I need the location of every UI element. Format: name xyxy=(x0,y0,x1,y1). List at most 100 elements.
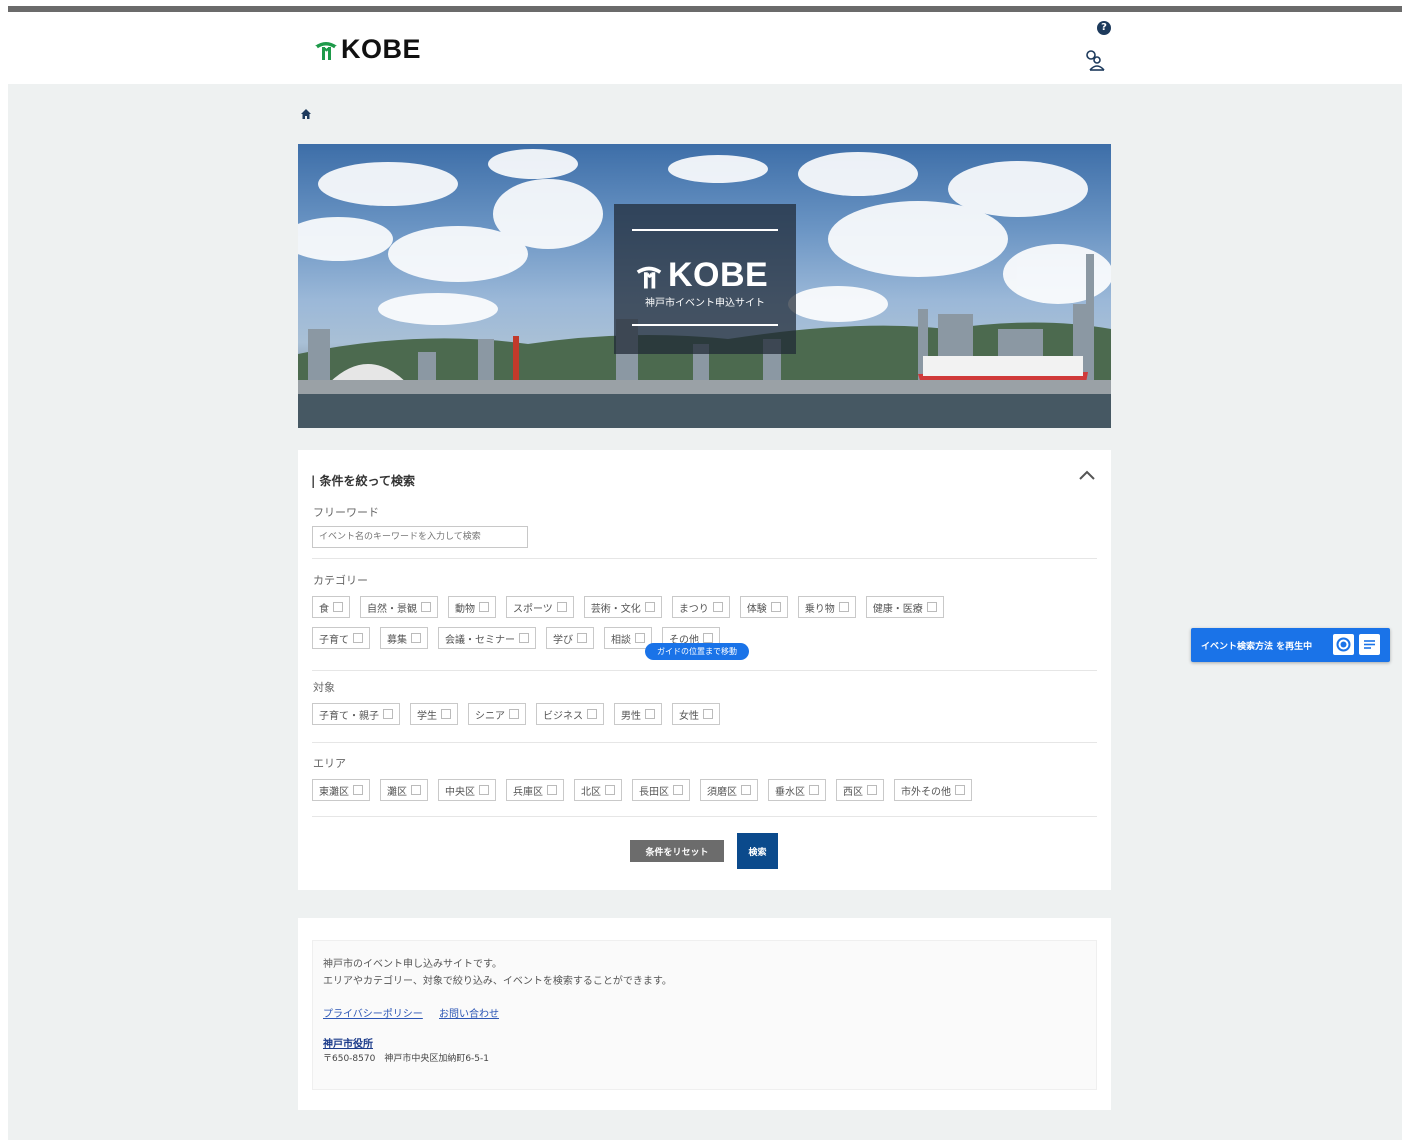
guide-position-pill[interactable]: ガイドの位置まで移動 xyxy=(645,643,749,660)
category-chip[interactable]: 体験 xyxy=(739,596,788,618)
help-icon[interactable]: ? xyxy=(1097,21,1111,35)
logo-text: KOBE xyxy=(341,34,422,64)
record-icon[interactable] xyxy=(1333,634,1354,655)
guide-playing-banner[interactable]: イベント検索方法 を再生中 xyxy=(1191,628,1390,662)
category-chip[interactable]: まつり xyxy=(671,596,730,618)
checkbox[interactable] xyxy=(353,785,363,795)
checkbox[interactable] xyxy=(353,633,363,643)
category-chip[interactable]: 学び xyxy=(546,627,594,649)
checkbox[interactable] xyxy=(479,785,489,795)
chip-label: 男性 xyxy=(621,710,641,722)
footer-description-1: 神戸市のイベント申し込みサイトです。 xyxy=(323,959,502,970)
category-chip[interactable]: 相談 xyxy=(604,627,652,649)
chip-label: 長田区 xyxy=(639,786,669,798)
checkbox[interactable] xyxy=(809,785,819,795)
checkbox[interactable] xyxy=(411,785,421,795)
checkbox[interactable] xyxy=(509,709,519,719)
checkbox[interactable] xyxy=(547,785,557,795)
checkbox[interactable] xyxy=(770,602,781,612)
area-chip[interactable]: 東灘区 xyxy=(312,779,370,801)
category-chip[interactable]: 会議・セミナー xyxy=(438,627,536,649)
search-title: | 条件を絞って検索 xyxy=(311,474,415,488)
target-chip[interactable]: 子育て・親子 xyxy=(312,703,400,725)
freeword-input[interactable] xyxy=(312,526,528,548)
kobe-logo[interactable]: KOBE xyxy=(313,34,421,65)
checkbox[interactable] xyxy=(519,633,529,643)
kobe-mark-icon xyxy=(315,41,337,60)
checkbox[interactable] xyxy=(556,602,567,612)
reset-button[interactable]: 条件をリセット xyxy=(630,840,724,862)
category-chip[interactable]: スポーツ xyxy=(506,596,574,618)
divider xyxy=(312,558,1097,559)
user-account-icon[interactable] xyxy=(1083,48,1107,72)
chip-label: 体験 xyxy=(746,603,767,615)
area-chip[interactable]: 須磨区 xyxy=(700,779,758,801)
chip-label: 女性 xyxy=(679,710,699,722)
area-chip[interactable]: 中央区 xyxy=(438,779,496,801)
freeword-label: フリーワード xyxy=(313,506,379,519)
hero-logo-box: KOBE 神戸市イベント申込サイト xyxy=(614,204,796,354)
checkbox[interactable] xyxy=(645,709,655,719)
chip-label: 兵庫区 xyxy=(513,786,543,798)
category-chip[interactable]: 動物 xyxy=(448,596,496,618)
area-chip[interactable]: 垂水区 xyxy=(768,779,826,801)
checkbox[interactable] xyxy=(703,709,713,719)
category-chip[interactable]: 食 xyxy=(312,596,350,618)
chip-label: 子育て・親子 xyxy=(319,710,379,722)
category-chip[interactable]: 自然・景観 xyxy=(360,596,438,618)
target-chip[interactable]: 女性 xyxy=(672,703,720,725)
checkbox[interactable] xyxy=(955,785,965,795)
chip-label: 北区 xyxy=(581,786,601,798)
category-chip[interactable]: 子育て xyxy=(312,627,370,649)
chip-label: 募集 xyxy=(387,634,407,646)
target-chip[interactable]: ビジネス xyxy=(536,703,604,725)
chip-label: 須磨区 xyxy=(707,786,737,798)
checkbox[interactable] xyxy=(838,602,849,612)
category-label: カテゴリー xyxy=(313,574,368,587)
hero-logo: KOBE xyxy=(632,256,768,295)
checkbox[interactable] xyxy=(703,633,713,643)
hero-divider-bottom xyxy=(632,324,778,326)
privacy-policy-link[interactable]: プライバシーポリシー xyxy=(323,1005,423,1020)
category-chip[interactable]: 募集 xyxy=(380,627,428,649)
target-chip[interactable]: シニア xyxy=(468,703,526,725)
category-chip[interactable]: 健康・医療 xyxy=(865,596,944,618)
checkbox[interactable] xyxy=(712,602,723,612)
organization-link[interactable]: 神戸市役所 xyxy=(323,1035,373,1050)
chip-label: シニア xyxy=(475,710,505,722)
checkbox[interactable] xyxy=(867,785,877,795)
checkbox[interactable] xyxy=(479,602,489,612)
contact-link[interactable]: お問い合わせ xyxy=(439,1005,499,1020)
chip-label: 会議・セミナー xyxy=(445,634,515,646)
list-icon[interactable] xyxy=(1359,634,1380,655)
target-chip[interactable]: 男性 xyxy=(614,703,662,725)
checkbox[interactable] xyxy=(441,709,451,719)
checkbox[interactable] xyxy=(926,602,937,612)
hero-subtitle: 神戸市イベント申込サイト xyxy=(645,298,765,309)
area-chip[interactable]: 北区 xyxy=(574,779,622,801)
checkbox[interactable] xyxy=(673,785,683,795)
checkbox[interactable] xyxy=(741,785,751,795)
checkbox[interactable] xyxy=(411,633,421,643)
area-chip[interactable]: 西区 xyxy=(836,779,884,801)
area-chip[interactable]: 市外その他 xyxy=(894,779,972,801)
checkbox[interactable] xyxy=(644,602,655,612)
checkbox[interactable] xyxy=(605,785,615,795)
category-chip[interactable]: 乗り物 xyxy=(797,596,856,618)
site-header xyxy=(0,12,1409,84)
chevron-up-icon[interactable] xyxy=(1078,468,1096,482)
checkbox[interactable] xyxy=(587,709,597,719)
area-chip[interactable]: 長田区 xyxy=(632,779,690,801)
area-chip[interactable]: 灘区 xyxy=(380,779,428,801)
checkbox[interactable] xyxy=(421,602,431,612)
checkbox[interactable] xyxy=(577,633,587,643)
checkbox[interactable] xyxy=(635,633,645,643)
home-icon[interactable] xyxy=(300,108,312,120)
area-chip[interactable]: 兵庫区 xyxy=(506,779,564,801)
category-chip[interactable]: 芸術・文化 xyxy=(583,596,662,618)
search-button[interactable]: 検索 xyxy=(737,833,778,869)
checkbox[interactable] xyxy=(333,602,343,612)
area-row: 東灘区 灘区 中央区 兵庫区 北区 長田区 須磨区 垂水区 西区 市外その他 xyxy=(312,779,972,801)
checkbox[interactable] xyxy=(383,709,393,719)
target-chip[interactable]: 学生 xyxy=(410,703,458,725)
